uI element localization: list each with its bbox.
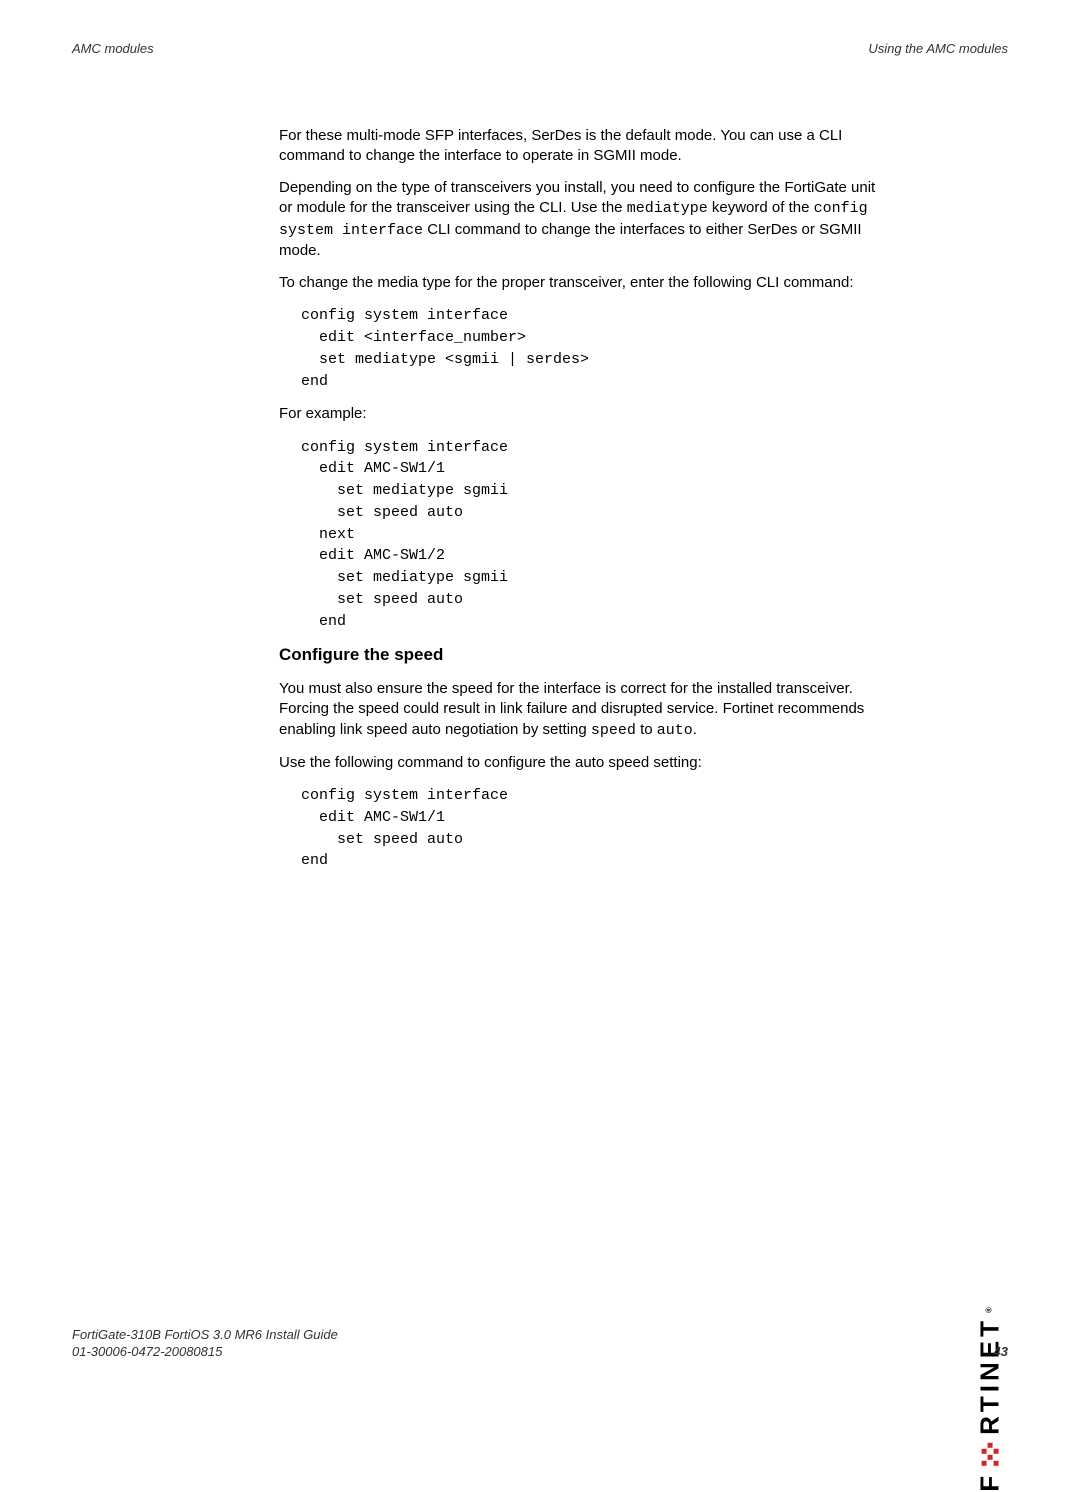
code-block-1: config system interface edit <interface_… [301, 305, 888, 392]
page-number: 43 [994, 1343, 1008, 1361]
code-block-3: config system interface edit AMC-SW1/1 s… [301, 785, 888, 872]
code-block-2: config system interface edit AMC-SW1/1 s… [301, 437, 888, 633]
code-inline: auto [657, 722, 693, 739]
logo-mark-icon [982, 1443, 999, 1466]
text: You must also ensure the speed for the i… [279, 680, 864, 738]
paragraph-6: Use the following command to configure t… [279, 753, 888, 773]
paragraph-1: For these multi-mode SFP interfaces, Ser… [279, 126, 888, 167]
header-left: AMC modules [72, 40, 154, 58]
main-content: For these multi-mode SFP interfaces, Ser… [279, 126, 888, 873]
paragraph-4: For example: [279, 404, 888, 424]
code-inline: speed [591, 722, 636, 739]
paragraph-5: You must also ensure the speed for the i… [279, 679, 888, 741]
paragraph-2: Depending on the type of transceivers yo… [279, 178, 888, 261]
footer-doc-id: 01-30006-0472-20080815 [72, 1343, 338, 1361]
registered-icon: ® [985, 1307, 996, 1313]
paragraph-3: To change the media type for the proper … [279, 273, 888, 293]
logo-letter-f: F [973, 1472, 1008, 1492]
heading-configure-speed: Configure the speed [279, 644, 888, 667]
header-right: Using the AMC modules [868, 40, 1008, 58]
text: keyword of the [708, 199, 814, 216]
text: . [693, 721, 697, 738]
footer-left: FortiGate-310B FortiOS 3.0 MR6 Install G… [72, 1326, 338, 1361]
page-footer: FortiGate-310B FortiOS 3.0 MR6 Install G… [72, 1326, 1008, 1361]
code-inline: mediatype [627, 200, 708, 217]
page-header: AMC modules Using the AMC modules [72, 40, 1008, 58]
footer-guide-title: FortiGate-310B FortiOS 3.0 MR6 Install G… [72, 1326, 338, 1344]
text: to [636, 721, 657, 738]
